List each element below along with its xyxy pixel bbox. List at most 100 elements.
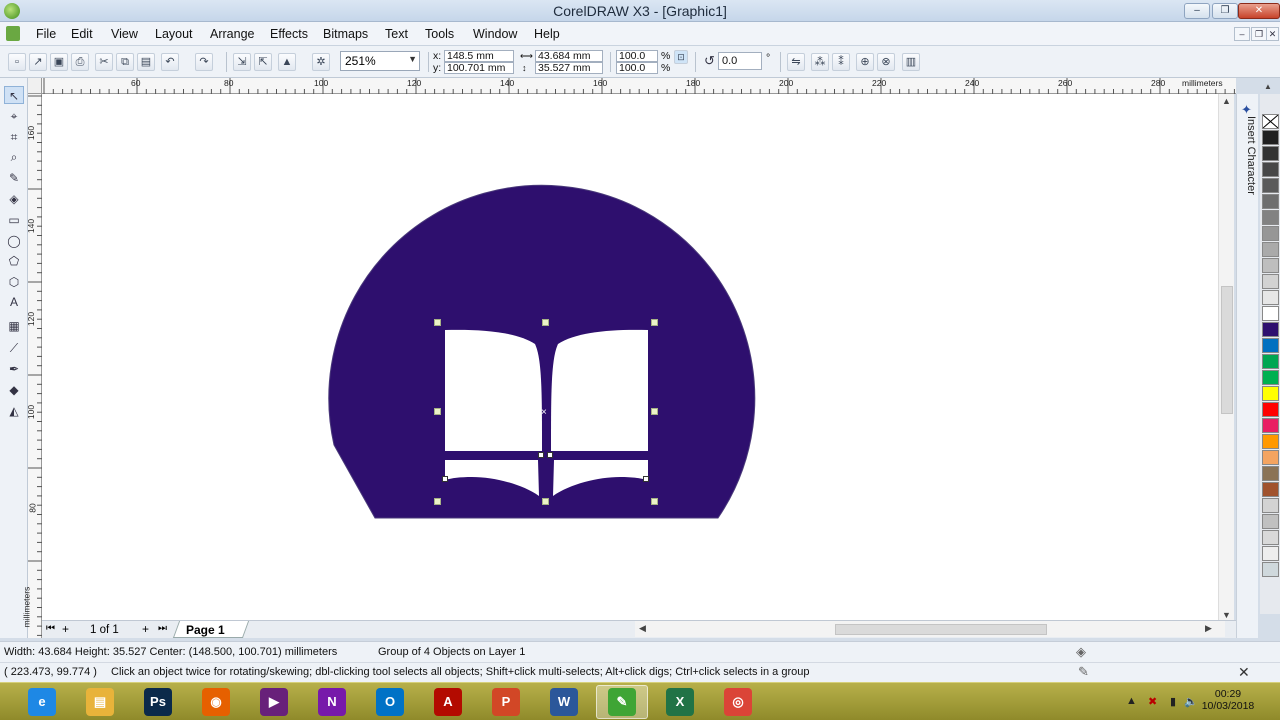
taskbar-onenote-button[interactable]: N <box>306 685 358 719</box>
taskbar-visual-studio-button[interactable]: ▶ <box>248 685 300 719</box>
selection-handle[interactable] <box>651 408 658 415</box>
open-icon[interactable]: ↗ <box>29 53 47 71</box>
taskbar-acrobat-button[interactable]: A <box>422 685 474 719</box>
menu-layout[interactable]: Layout <box>155 27 193 41</box>
color-swatch[interactable] <box>1262 546 1279 561</box>
combine-icon[interactable]: ⊕ <box>856 53 874 71</box>
menu-arrange[interactable]: Arrange <box>210 27 254 41</box>
basic-shapes-tool-icon[interactable]: ⬡ <box>4 273 24 291</box>
taskbar-coreldraw-button[interactable]: ✎ <box>596 685 648 719</box>
color-swatch[interactable] <box>1262 162 1279 177</box>
add-page-before-icon[interactable]: + <box>62 622 69 636</box>
last-page-icon[interactable]: ⏭ <box>158 623 167 634</box>
drawing-canvas[interactable]: × <box>42 94 1218 620</box>
pick-tool-icon[interactable]: ↖ <box>4 86 24 104</box>
scroll-down-icon[interactable]: ▼ <box>1222 610 1231 620</box>
close-button[interactable]: ✕ <box>1238 3 1280 19</box>
selection-handle[interactable] <box>542 319 549 326</box>
color-swatch[interactable] <box>1262 258 1279 273</box>
application-launcher-icon[interactable]: ▲ <box>278 53 296 71</box>
menu-edit[interactable]: Edit <box>71 27 93 41</box>
zoom-select[interactable]: 251% ▼ <box>340 51 420 71</box>
taskbar-word-button[interactable]: W <box>538 685 590 719</box>
vertical-ruler[interactable]: 160 140 120 100 80 millimeters <box>21 94 42 638</box>
width-input[interactable]: 43.684 mm <box>535 50 603 62</box>
color-swatch[interactable] <box>1262 418 1279 433</box>
color-swatch[interactable] <box>1262 322 1279 337</box>
ruler-origin[interactable] <box>28 78 42 94</box>
paste-icon[interactable]: ▤ <box>137 53 155 71</box>
color-swatch[interactable] <box>1262 338 1279 353</box>
taskbar-photoshop-button[interactable]: Ps <box>132 685 184 719</box>
color-swatch[interactable] <box>1262 434 1279 449</box>
docker-tab-insert-character[interactable]: Insert Character <box>1239 100 1257 200</box>
rotation-angle-input[interactable]: 0.0 <box>718 52 762 70</box>
color-swatch[interactable] <box>1262 514 1279 529</box>
color-swatch[interactable] <box>1262 386 1279 401</box>
selection-handle[interactable] <box>434 319 441 326</box>
smart-fill-tool-icon[interactable]: ◈ <box>4 190 24 208</box>
document-icon[interactable] <box>6 26 20 41</box>
selection-handle[interactable] <box>542 498 549 505</box>
minimize-button[interactable]: – <box>1184 3 1210 19</box>
taskbar-outlook-button[interactable]: O <box>364 685 416 719</box>
color-swatch[interactable] <box>1262 146 1279 161</box>
color-swatch[interactable] <box>1262 530 1279 545</box>
color-swatch[interactable] <box>1262 450 1279 465</box>
menu-effects[interactable]: Effects <box>270 27 308 41</box>
menu-tools[interactable]: Tools <box>425 27 454 41</box>
scale-x-input[interactable]: 100.0 <box>616 50 658 62</box>
artwork[interactable] <box>42 94 1218 620</box>
crop-tool-icon[interactable]: ⌗ <box>4 128 24 146</box>
vertical-scrollbar[interactable]: ▲ ▼ <box>1218 94 1234 624</box>
first-page-icon[interactable]: ⏮ <box>46 623 55 634</box>
undo-icon[interactable]: ↶ <box>161 53 179 71</box>
color-swatch[interactable] <box>1262 466 1279 481</box>
taskbar-powerpoint-button[interactable]: P <box>480 685 532 719</box>
redo-icon[interactable]: ↷ <box>195 53 213 71</box>
print-icon[interactable]: ⎙ <box>71 53 89 71</box>
network-icon[interactable]: ✖ <box>1148 695 1157 708</box>
scroll-up-icon[interactable]: ▲ <box>1222 96 1231 106</box>
palette-scroll-up-icon[interactable]: ▲ <box>1264 82 1272 91</box>
mirror-horizontal-icon[interactable]: ⇋ <box>787 53 805 71</box>
doc-close-button[interactable]: ✕ <box>1266 27 1279 41</box>
outline-indicator-icon[interactable]: ✎ <box>1078 664 1089 680</box>
menu-window[interactable]: Window <box>473 27 517 41</box>
color-swatch[interactable] <box>1262 242 1279 257</box>
lock-ratio-icon[interactable]: ⊡ <box>674 50 688 64</box>
group-icon[interactable]: ⁂ <box>811 53 829 71</box>
color-swatch[interactable] <box>1262 402 1279 417</box>
text-tool-icon[interactable]: A <box>4 293 24 311</box>
menu-view[interactable]: View <box>111 27 138 41</box>
system-clock[interactable]: 00:29 10/03/2018 <box>1196 688 1260 712</box>
color-swatch[interactable] <box>1262 306 1279 321</box>
selection-handle[interactable] <box>651 319 658 326</box>
eyedropper-tool-icon[interactable]: ⟋ <box>4 339 24 357</box>
taskbar-explorer-button[interactable]: ▤ <box>74 685 126 719</box>
break-apart-icon[interactable]: ⊗ <box>877 53 895 71</box>
menu-file[interactable]: File <box>36 27 56 41</box>
selection-handle[interactable] <box>651 498 658 505</box>
fill-tool-icon[interactable]: ◆ <box>4 381 24 399</box>
taskbar-firefox-button[interactable]: ◉ <box>190 685 242 719</box>
fill-indicator-icon[interactable]: ◈ <box>1076 644 1086 660</box>
scroll-right-icon[interactable]: ▶ <box>1205 623 1212 634</box>
selection-handle[interactable] <box>434 498 441 505</box>
shape-tool-icon[interactable]: ⌖ <box>4 107 24 125</box>
vertical-scroll-thumb[interactable] <box>1221 286 1233 414</box>
zoom-tool-icon[interactable]: ⌕ <box>4 148 24 166</box>
taskbar-ie-button[interactable]: e <box>16 685 68 719</box>
ellipse-tool-icon[interactable]: ◯ <box>4 232 24 250</box>
import-icon[interactable]: ⇲ <box>233 53 251 71</box>
no-color-swatch[interactable] <box>1262 114 1279 129</box>
add-page-after-icon[interactable]: + <box>142 622 149 636</box>
corel-online-icon[interactable]: ✲ <box>312 53 330 71</box>
menu-text[interactable]: Text <box>385 27 408 41</box>
doc-restore-button[interactable]: ❐ <box>1251 27 1267 41</box>
signal-icon[interactable]: ▮ <box>1170 695 1176 708</box>
color-swatch[interactable] <box>1262 194 1279 209</box>
node-handle[interactable] <box>538 452 544 458</box>
color-swatch[interactable] <box>1262 130 1279 145</box>
selection-handle[interactable] <box>434 408 441 415</box>
